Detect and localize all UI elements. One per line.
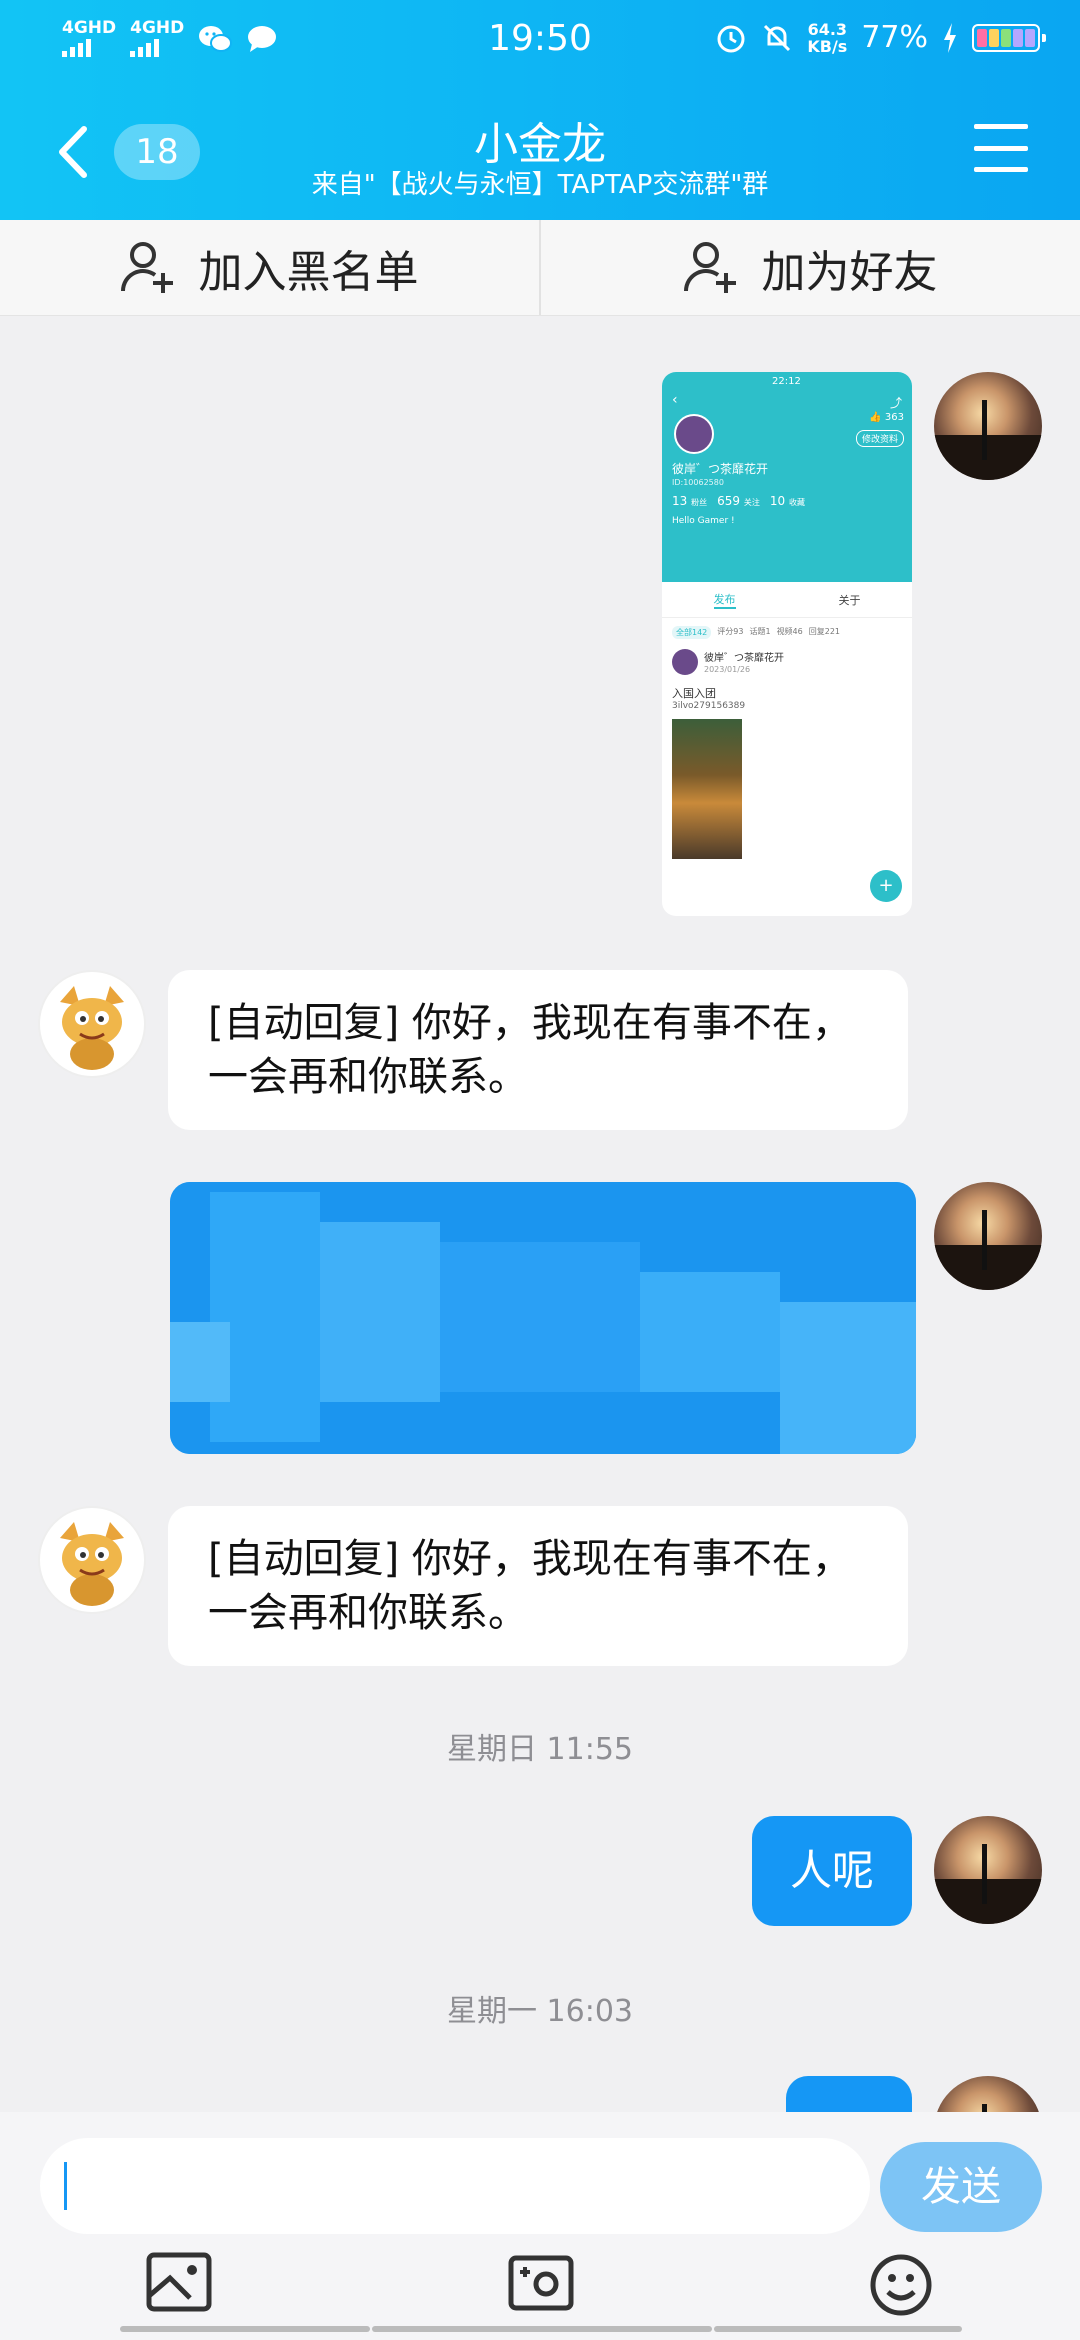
self-avatar[interactable] — [934, 1182, 1042, 1290]
shot-time: 22:12 — [772, 376, 801, 387]
shot-post-title: 入国入团 — [672, 687, 716, 700]
shot-filter: 评分93 — [717, 627, 744, 636]
menu-icon — [974, 124, 1028, 129]
shot-user-name: 彼岸゛つ茶靡花开 — [672, 462, 769, 476]
emoji-icon — [870, 2254, 932, 2316]
message-input[interactable] — [40, 2138, 870, 2234]
blurred-message — [170, 1182, 916, 1454]
dragon-icon — [60, 986, 124, 1070]
camera-icon — [508, 2255, 574, 2311]
shot-feed: 全部142 评分93 话题1 视频46 回复221 彼岸゛つ茶靡花开 2023/… — [662, 618, 912, 916]
shot-tab-about: 关于 — [838, 593, 861, 607]
shot-post-avatar — [672, 649, 698, 675]
shot-post-image — [672, 719, 742, 859]
timestamp: 星期日 11:55 — [447, 1732, 633, 1767]
shot-post-header: 彼岸゛つ茶靡花开 2023/01/26 — [672, 649, 902, 675]
chat-subtitle: 来自"【战火与永恒】TAPTAP交流群"群 — [311, 170, 769, 200]
auto-reply-message: [自动回复] 你好，我现在有事不在，一会再和你联系。 — [168, 970, 908, 1130]
image-button[interactable] — [146, 2252, 212, 2318]
nav-bar-segment — [120, 2326, 370, 2332]
shot-post-author: 彼岸゛つ茶靡花开 — [704, 653, 784, 664]
image-icon — [146, 2252, 212, 2312]
shot-filter: 全部142 — [672, 626, 712, 639]
blacklist-label: 加入黑名单 — [198, 246, 419, 298]
status-right: 64.3 KB/s 77% — [715, 20, 1046, 55]
shot-filter: 话题1 — [749, 627, 771, 636]
add-user-icon — [683, 241, 736, 293]
menu-icon-bar — [974, 167, 1028, 172]
send-button[interactable]: 发送 — [880, 2142, 1042, 2232]
self-message: 人呢 — [752, 1816, 912, 1926]
mute-bell-icon — [764, 24, 791, 51]
shot-user-avatar — [674, 414, 714, 454]
contact-avatar[interactable] — [38, 1506, 146, 1614]
shot-add-icon: + — [870, 870, 902, 902]
charging-icon — [944, 22, 956, 53]
alarm-icon — [717, 25, 745, 52]
shot-follow-count: 659 — [717, 494, 741, 508]
shot-likes: 👍 363 — [869, 412, 904, 423]
add-to-blacklist-button[interactable]: 加入黑名单 — [0, 220, 539, 315]
chat-header: 4GHD 4GHD 19:50 64.3 KB/s 77% 18 小金龙 来自"… — [0, 0, 1080, 220]
self-avatar[interactable] — [934, 1816, 1042, 1924]
add-friend-button[interactable]: 加为好友 — [539, 220, 1080, 315]
nav-bar-segment — [714, 2326, 962, 2332]
status-bar: 4GHD 4GHD 19:50 64.3 KB/s 77% — [0, 0, 1080, 80]
shot-filters: 全部142 评分93 话题1 视频46 回复221 — [672, 626, 902, 639]
shot-post-body: 3ilvo279156389 — [672, 701, 746, 711]
shot-user-id: ID:10062580 — [672, 478, 724, 487]
menu-button[interactable] — [974, 124, 1028, 172]
shot-fav-count: 10 — [769, 494, 786, 508]
shot-bio: Hello Gamer ! — [672, 516, 735, 526]
shot-stats: 13 粉丝 659 关注 10 收藏 — [672, 494, 805, 508]
composer-bar: 发送 — [0, 2112, 1080, 2340]
shot-tab-posts: 发布 — [713, 591, 736, 609]
timestamp: 星期一 16:03 — [447, 1994, 633, 2029]
battery-percent: 77% — [861, 20, 928, 55]
composer-tools — [0, 2252, 1080, 2324]
shot-profile-header: 22:12 ‹ ⤴ 👍 363 修改资料 彼岸゛つ茶靡花开 ID:1006258… — [662, 372, 912, 582]
shared-image-message[interactable]: 22:12 ‹ ⤴ 👍 363 修改资料 彼岸゛つ茶靡花开 ID:1006258… — [662, 372, 912, 916]
nav-bar-segment — [372, 2326, 712, 2332]
net-speed: 64.3 KB/s — [807, 21, 847, 55]
shot-edit-profile: 修改资料 — [855, 430, 904, 447]
shot-filter: 视频46 — [776, 627, 803, 636]
text-caret — [64, 2162, 67, 2210]
net-speed-value: 64.3 — [807, 19, 848, 39]
auto-reply-message: [自动回复] 你好，我现在有事不在，一会再和你联系。 — [168, 1506, 908, 1666]
camera-button[interactable] — [508, 2252, 574, 2318]
add-friend-label: 加为好友 — [761, 246, 938, 298]
shot-filter: 回复221 — [808, 627, 841, 636]
contact-avatar[interactable] — [38, 970, 146, 1078]
dragon-icon — [60, 1522, 124, 1606]
battery-icon — [972, 23, 1046, 52]
shot-back-icon: ‹ — [672, 392, 678, 408]
shot-follow-label: 关注 — [743, 498, 760, 507]
emoji-button[interactable] — [868, 2252, 934, 2318]
add-user-icon — [120, 241, 173, 293]
shot-likes-count: 363 — [884, 412, 904, 423]
menu-icon-bar — [974, 145, 1028, 151]
action-bar: 加入黑名单 加为好友 — [0, 220, 1080, 316]
shot-fans-label: 粉丝 — [691, 498, 708, 507]
self-avatar[interactable] — [934, 372, 1042, 480]
shot-fav-label: 收藏 — [788, 498, 805, 507]
shot-post-date: 2023/01/26 — [704, 665, 751, 674]
chat-title: 小金龙 — [474, 119, 606, 170]
shot-share-icon: ⤴ — [889, 396, 902, 410]
shot-fans-count: 13 — [672, 494, 688, 508]
shot-tabs: 发布 关于 — [662, 582, 912, 618]
net-speed-unit: KB/s — [807, 36, 848, 56]
